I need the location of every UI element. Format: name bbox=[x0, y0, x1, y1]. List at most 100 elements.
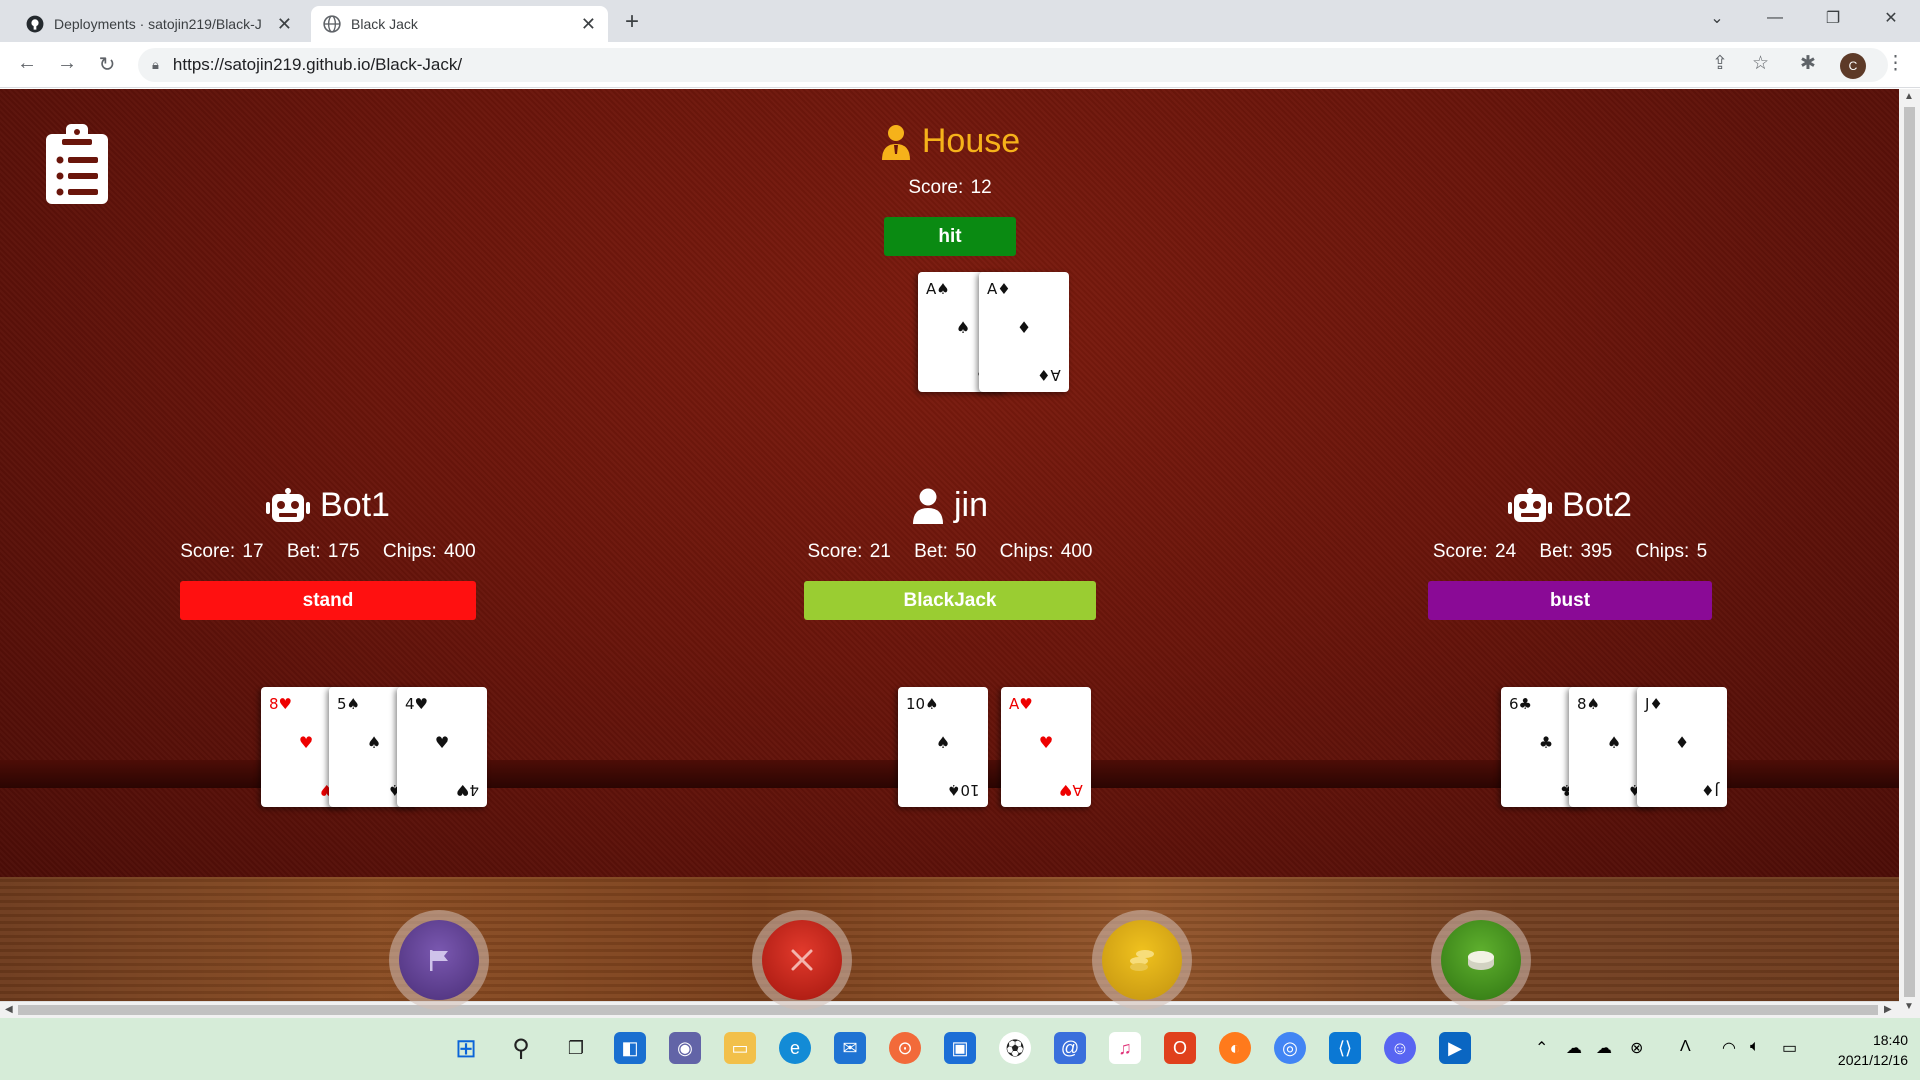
card-suit: ♦ bbox=[1016, 318, 1032, 337]
chip-icon bbox=[1468, 951, 1494, 970]
chrome-icon[interactable]: ◎ bbox=[1274, 1032, 1306, 1064]
user-icon bbox=[912, 488, 943, 524]
card-suit: ♥ bbox=[1038, 733, 1054, 752]
forward-icon[interactable]: → bbox=[54, 52, 80, 75]
card-rank: 4♥ bbox=[456, 781, 479, 799]
task-view-icon[interactable]: ❐ bbox=[560, 1032, 592, 1064]
menu-dots-icon[interactable]: ⋮ bbox=[1886, 52, 1905, 75]
scroll-up-icon[interactable]: ▲ bbox=[1904, 91, 1914, 102]
globe-icon bbox=[323, 15, 341, 33]
tab-black-jack[interactable]: Black Jack ✕ bbox=[311, 6, 608, 42]
mail-icon[interactable]: ✉ bbox=[834, 1032, 866, 1064]
house-status-badge: hit bbox=[884, 217, 1016, 256]
tab-search-icon[interactable]: ⌄ bbox=[1688, 0, 1746, 36]
card-rank: 6♣ bbox=[1509, 695, 1532, 713]
teams-chat-icon[interactable]: ◉ bbox=[669, 1032, 701, 1064]
search-icon[interactable]: ⚲ bbox=[505, 1032, 537, 1064]
minimize-icon[interactable]: — bbox=[1746, 0, 1804, 36]
email-client-icon[interactable]: @ bbox=[1054, 1032, 1086, 1064]
card-rank: A♦ bbox=[1037, 366, 1061, 384]
soccer-app-icon[interactable]: ⚽︎ bbox=[999, 1032, 1031, 1064]
clipboard-list-icon[interactable] bbox=[46, 124, 108, 204]
share-icon[interactable]: ⇪ bbox=[1712, 52, 1728, 75]
office-icon[interactable]: O bbox=[1164, 1032, 1196, 1064]
back-icon[interactable]: ← bbox=[14, 52, 40, 75]
new-tab-icon[interactable]: + bbox=[625, 8, 639, 36]
bot2-status-badge: bust bbox=[1428, 581, 1712, 620]
dealer-icon bbox=[881, 124, 910, 160]
horizontal-scrollbar[interactable]: ◀ ▶ bbox=[0, 1001, 1899, 1018]
double-button[interactable] bbox=[1092, 910, 1192, 1010]
playing-card: J♦ ♦ J♦ bbox=[1637, 687, 1727, 807]
github-icon bbox=[26, 15, 44, 33]
coins-icon bbox=[1130, 950, 1154, 971]
jin-seat: jin Score: 21 Bet: 50 Chips: 400 BlackJa… bbox=[790, 486, 1110, 620]
ime-icon[interactable]: Λ bbox=[1680, 1038, 1691, 1056]
file-explorer-icon[interactable]: ▭ bbox=[724, 1032, 756, 1064]
app-icon[interactable]: ⊙ bbox=[889, 1032, 921, 1064]
media-player-icon[interactable]: ▶ bbox=[1439, 1032, 1471, 1064]
bot2-score: Score: 24 bbox=[1432, 541, 1517, 562]
jin-bet: Bet: 50 bbox=[914, 541, 977, 562]
volume-icon[interactable]: 🔈︎ bbox=[1750, 1038, 1760, 1056]
hit-button[interactable] bbox=[752, 910, 852, 1010]
surrender-button[interactable] bbox=[389, 910, 489, 1010]
jin-status-badge: BlackJack bbox=[804, 581, 1096, 620]
robot-icon bbox=[266, 487, 311, 522]
onedrive-icon[interactable]: ☁ bbox=[1596, 1038, 1612, 1058]
firefox-icon[interactable]: ◐ bbox=[1219, 1032, 1251, 1064]
discord-icon[interactable]: ☺ bbox=[1384, 1032, 1416, 1064]
itunes-icon[interactable]: ♫ bbox=[1109, 1032, 1141, 1064]
scroll-thumb[interactable] bbox=[1904, 107, 1915, 997]
bot2-chips: Chips: 5 bbox=[1635, 541, 1708, 562]
extensions-icon[interactable]: ✱ bbox=[1800, 52, 1816, 75]
bot1-score: Score: 17 bbox=[180, 541, 264, 562]
tab-deployments[interactable]: Deployments · satojin219/Black-J ✕ bbox=[14, 6, 304, 42]
robot-icon bbox=[1508, 487, 1553, 522]
jin-score: Score: 21 bbox=[807, 541, 891, 562]
house-score: Score: 12 bbox=[908, 177, 992, 198]
bot1-chips: Chips: 400 bbox=[382, 541, 476, 562]
bookmark-star-icon[interactable]: ☆ bbox=[1752, 52, 1769, 75]
wifi-icon[interactable]: ◠ bbox=[1722, 1038, 1736, 1058]
edge-browser-icon[interactable]: e bbox=[779, 1032, 811, 1064]
restore-icon[interactable]: ❐ bbox=[1804, 0, 1862, 36]
card-rank: 5♠ bbox=[337, 695, 360, 713]
scroll-right-icon[interactable]: ▶ bbox=[1884, 1004, 1892, 1015]
scroll-left-icon[interactable]: ◀ bbox=[5, 1004, 13, 1015]
swords-icon bbox=[791, 949, 813, 971]
battery-icon[interactable]: ▭ bbox=[1782, 1038, 1797, 1058]
lock-icon: 🔒︎ bbox=[152, 57, 159, 72]
stand-button[interactable] bbox=[1431, 910, 1531, 1010]
jin-cards: 10♠ ♠ 10♠ A♥ ♥ A♥ bbox=[898, 687, 1092, 807]
address-bar: ← → ↻ 🔒︎ https://satojin219.github.io/Bl… bbox=[0, 42, 1920, 88]
bot1-status-badge: stand bbox=[180, 581, 476, 620]
vscode-icon[interactable]: ⟨⟩ bbox=[1329, 1032, 1361, 1064]
windows-start-icon[interactable]: ⊞ bbox=[450, 1032, 482, 1064]
card-rank: A♥ bbox=[1059, 781, 1083, 799]
close-icon[interactable]: ✕ bbox=[277, 14, 292, 35]
profile-avatar[interactable]: C bbox=[1840, 53, 1866, 79]
scroll-down-icon[interactable]: ▼ bbox=[1904, 1001, 1914, 1012]
x-circle-icon[interactable]: ⊗ bbox=[1630, 1038, 1643, 1058]
url-input[interactable]: 🔒︎ https://satojin219.github.io/Black-Ja… bbox=[138, 48, 1888, 82]
jin-name: jin bbox=[953, 486, 989, 524]
chevron-up-icon[interactable]: ⌃ bbox=[1535, 1038, 1548, 1058]
flag-icon bbox=[430, 950, 448, 971]
card-suit: ♥ bbox=[434, 733, 450, 752]
cloud-sync-icon[interactable]: ☁ bbox=[1566, 1038, 1582, 1058]
card-rank: 8♥ bbox=[269, 695, 292, 713]
card-suit: ♦ bbox=[1674, 733, 1690, 752]
widgets-icon[interactable]: ◧ bbox=[614, 1032, 646, 1064]
clock[interactable]: 18:40 2021/12/16 bbox=[1838, 1030, 1908, 1070]
remote-desktop-icon[interactable]: ▣ bbox=[944, 1032, 976, 1064]
close-icon[interactable]: ✕ bbox=[581, 14, 596, 35]
url-text: https://satojin219.github.io/Black-Jack/ bbox=[172, 55, 463, 74]
jin-chips: Chips: 400 bbox=[999, 541, 1093, 562]
scroll-thumb[interactable] bbox=[18, 1005, 1878, 1015]
bot1-bet: Bet: 175 bbox=[286, 541, 360, 562]
reload-icon[interactable]: ↻ bbox=[94, 52, 120, 77]
taskbar: ⊞ ⚲ ❐ ◧ ◉ ▭ e ✉ ⊙ ▣ ⚽︎ @ ♫ O ◐ ◎ ⟨⟩ ☺ ▶ … bbox=[0, 1018, 1920, 1080]
vertical-scrollbar[interactable]: ▲ ▼ bbox=[1899, 89, 1920, 1018]
close-window-icon[interactable]: ✕ bbox=[1862, 0, 1920, 36]
